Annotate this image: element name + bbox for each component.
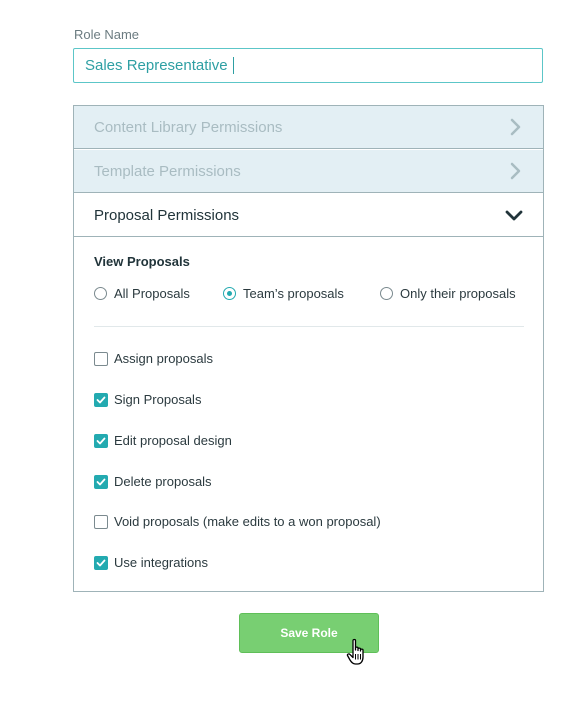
checkbox-label: Edit proposal design [114, 433, 232, 448]
checkbox-checked [94, 392, 108, 407]
chevron-right-icon [510, 162, 521, 180]
radio-circle-selected [223, 287, 236, 300]
save-role-label: Save Role [280, 626, 338, 640]
radio-circle [380, 287, 393, 300]
checkbox-void-proposals[interactable]: Void proposals (make edits to a won prop… [94, 514, 381, 529]
checkbox-label: Assign proposals [114, 351, 213, 366]
checkbox-edit-proposal-design[interactable]: Edit proposal design [94, 433, 232, 448]
text-caret [232, 57, 234, 74]
checkbox-checked [94, 433, 108, 448]
checkbox-sign-proposals[interactable]: Sign Proposals [94, 392, 201, 407]
checkmark-icon [96, 559, 106, 566]
radio-label: All Proposals [114, 286, 190, 301]
checkbox-label: Use integrations [114, 555, 208, 570]
checkbox-label: Void proposals (make edits to a won prop… [114, 514, 381, 529]
accordion-template[interactable]: Template Permissions [74, 150, 543, 193]
view-proposals-title: View Proposals [94, 254, 190, 269]
radio-label: Team’s proposals [243, 286, 344, 301]
hand-cursor-icon [346, 638, 364, 665]
permissions-panel: Content Library Permissions Template Per… [73, 105, 544, 592]
checkbox-delete-proposals[interactable]: Delete proposals [94, 474, 212, 489]
checkbox-use-integrations[interactable]: Use integrations [94, 555, 208, 570]
checkbox-checked [94, 555, 108, 570]
role-name-value: Sales Representative [85, 57, 228, 74]
checkbox [94, 351, 108, 366]
radio-all-proposals[interactable]: All Proposals [94, 286, 190, 301]
divider [94, 326, 524, 327]
accordion-proposal-label: Proposal Permissions [94, 206, 240, 224]
checkbox-label: Delete proposals [114, 474, 212, 489]
role-name-label: Role Name [74, 27, 140, 42]
radio-teams-proposals[interactable]: Team’s proposals [223, 286, 344, 301]
role-name-input[interactable]: Sales Representative [73, 48, 543, 83]
checkbox-label: Sign Proposals [114, 392, 202, 407]
checkmark-icon [96, 478, 106, 485]
accordion-proposal[interactable]: Proposal Permissions [74, 194, 543, 237]
checkbox-assign-proposals[interactable]: Assign proposals [94, 351, 213, 366]
accordion-content-library-label: Content Library Permissions [94, 118, 283, 136]
checkmark-icon [96, 396, 106, 403]
chevron-right-icon [510, 118, 521, 136]
checkbox [94, 514, 108, 529]
radio-circle [94, 287, 107, 300]
radio-label: Only their proposals [400, 286, 516, 301]
chevron-down-icon [505, 210, 523, 221]
radio-only-their-proposals[interactable]: Only their proposals [380, 286, 516, 301]
checkmark-icon [96, 437, 106, 444]
accordion-content-library[interactable]: Content Library Permissions [74, 106, 543, 149]
checkbox-checked [94, 474, 108, 489]
accordion-template-label: Template Permissions [94, 162, 241, 180]
